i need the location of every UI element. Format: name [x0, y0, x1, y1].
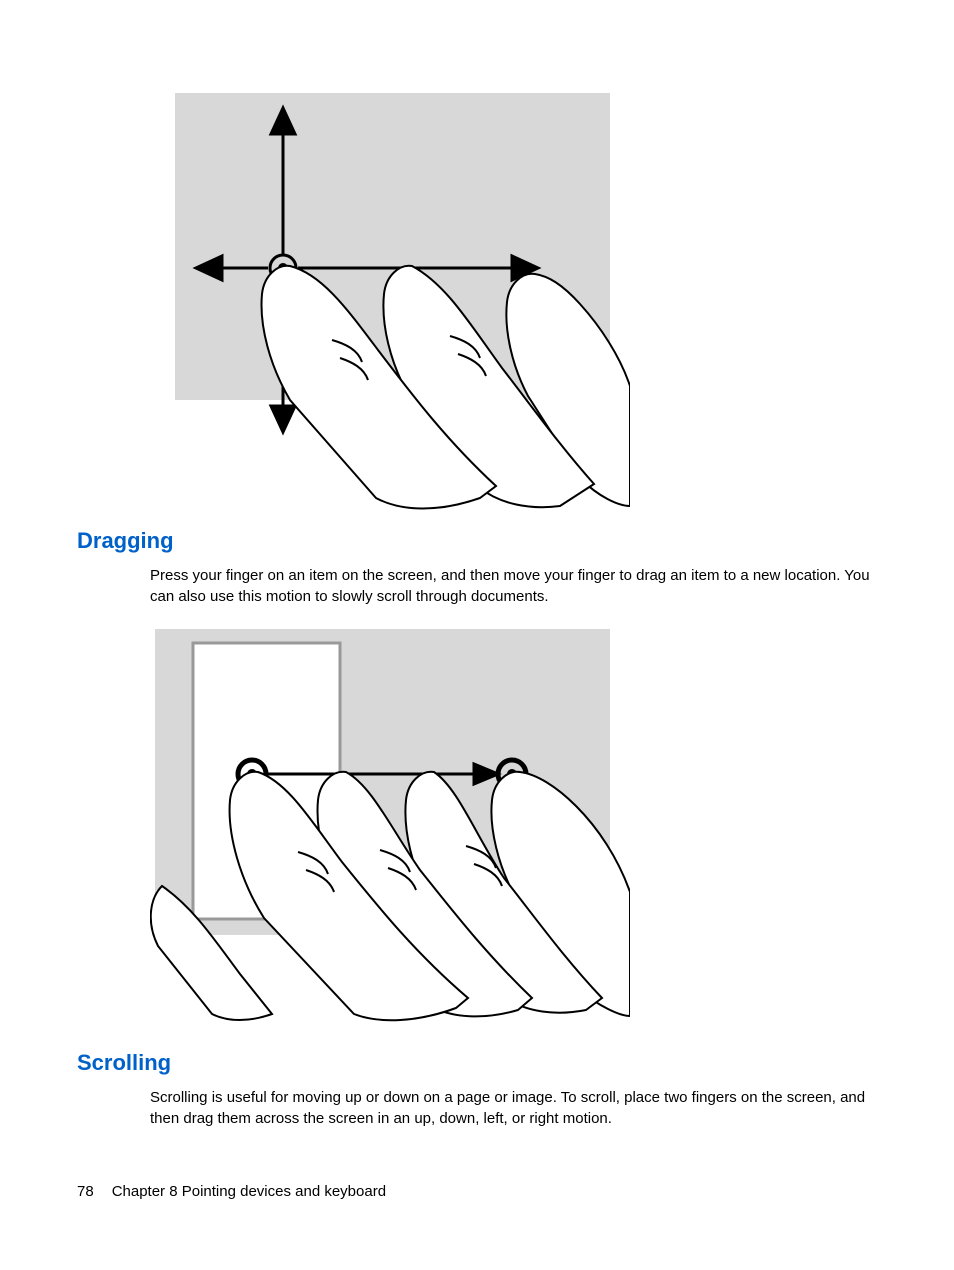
page-footer: 78 Chapter 8 Pointing devices and keyboar… — [77, 1183, 386, 1200]
drag-gesture-illustration — [150, 622, 630, 1026]
document-page: Dragging Press your finger on an item on… — [0, 0, 954, 1270]
figure-drag-horizontal — [150, 622, 630, 1026]
figure-pan-directions — [150, 86, 630, 512]
body-dragging: Press your finger on an item on the scre… — [150, 565, 884, 607]
heading-scrolling: Scrolling — [77, 1050, 171, 1076]
page-number: 78 — [77, 1183, 94, 1200]
chapter-label: Chapter 8 Pointing devices and keyboard — [112, 1183, 386, 1200]
pan-gesture-illustration — [150, 86, 630, 512]
body-scrolling: Scrolling is useful for moving up or dow… — [150, 1087, 884, 1129]
heading-dragging: Dragging — [77, 528, 174, 554]
